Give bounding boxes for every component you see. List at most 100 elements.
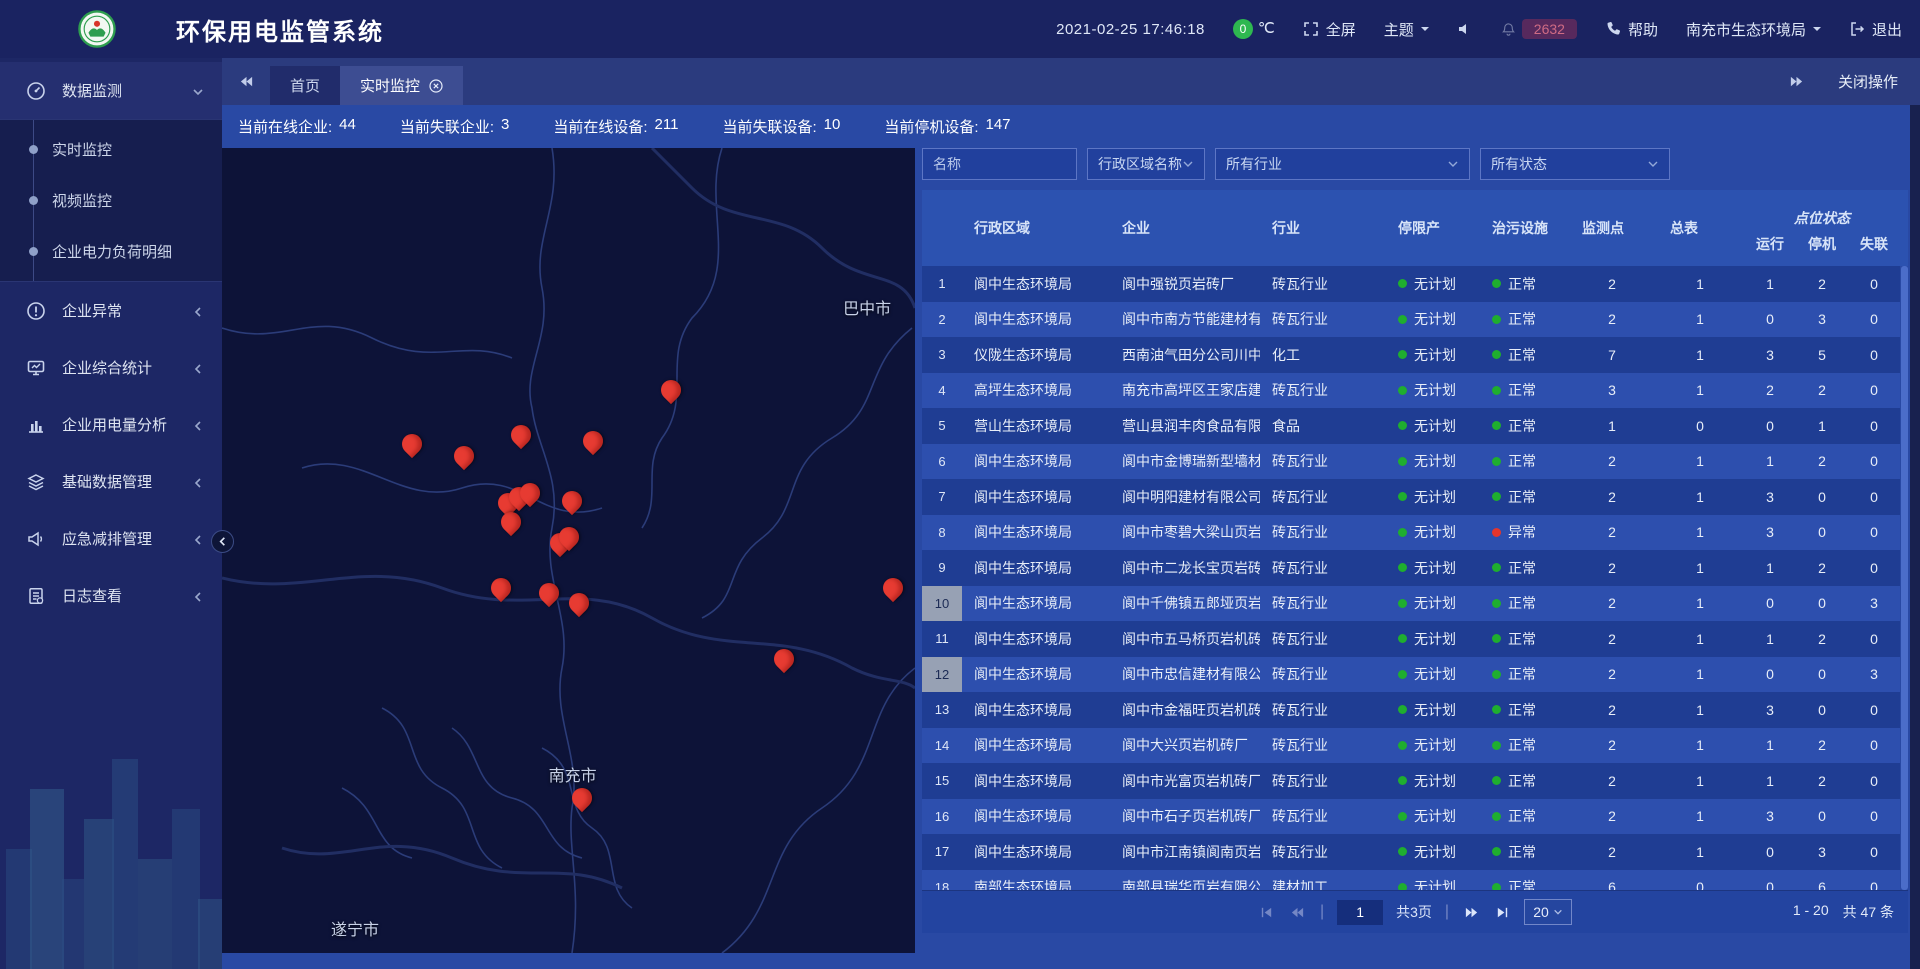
sidebar-subitem-label: 视频监控 xyxy=(52,190,112,211)
table-row[interactable]: 14 阆中生态环境局 阆中大兴页岩机砖厂 砖瓦行业 无计划 正常 2 1 1 2… xyxy=(922,728,1900,764)
table-row[interactable]: 10 阆中生态环境局 阆中千佛镇五郎垭页岩 砖瓦行业 无计划 正常 2 1 0 … xyxy=(922,586,1900,622)
status-dot xyxy=(1398,528,1407,537)
stat-item: 当前失联设备: 10 xyxy=(722,116,840,137)
table-row[interactable]: 2 阆中生态环境局 阆中市南方节能建材有 砖瓦行业 无计划 正常 2 1 0 3… xyxy=(922,302,1900,338)
col-meter: 总表 xyxy=(1656,190,1744,266)
theme-dropdown[interactable]: 主题 xyxy=(1384,19,1429,40)
logout-button[interactable]: 退出 xyxy=(1849,19,1902,40)
cell-stop: 2 xyxy=(1796,444,1848,480)
cell-stop: 3 xyxy=(1796,302,1848,338)
sidebar-item-label: 企业用电量分析 xyxy=(62,414,167,435)
window-edge-strip xyxy=(1910,105,1920,969)
status-dot xyxy=(1398,812,1407,821)
sidebar-subitem[interactable]: 企业电力负荷明细 xyxy=(0,226,222,277)
table-row[interactable]: 8 阆中生态环境局 阆中市枣碧大梁山页岩 砖瓦行业 无计划 异常 2 1 3 0… xyxy=(922,515,1900,551)
notification-area[interactable]: 2632 xyxy=(1501,19,1577,39)
close-operations-button[interactable]: 关闭操作 xyxy=(1838,71,1898,92)
cell-run: 1 xyxy=(1744,444,1796,480)
first-page-button[interactable] xyxy=(1258,903,1276,921)
table-scrollbar[interactable] xyxy=(1901,266,1908,890)
cell-lost: 3 xyxy=(1848,657,1900,693)
map-panel[interactable]: 巴中市 南充市 遂宁市 xyxy=(222,148,915,953)
cell-points: 2 xyxy=(1568,692,1656,728)
cell-lost: 0 xyxy=(1848,373,1900,409)
table-row[interactable]: 3 仪陇生态环境局 西南油气田分公司川中 化工 无计划 正常 7 1 3 5 0 xyxy=(922,337,1900,373)
cell-stop: 3 xyxy=(1796,834,1848,870)
table-row[interactable]: 16 阆中生态环境局 阆中市石子页岩机砖厂 砖瓦行业 无计划 正常 2 1 3 … xyxy=(922,799,1900,835)
cell-region: 阆中生态环境局 xyxy=(962,763,1110,799)
cell-meter: 1 xyxy=(1656,302,1744,338)
sidebar-item-0[interactable]: 数据监测 xyxy=(0,62,222,119)
cell-limit-status: 无计划 xyxy=(1384,728,1478,764)
sidebar-item-3[interactable]: 企业用电量分析 xyxy=(0,396,222,453)
row-index: 18 xyxy=(922,870,962,891)
table-row[interactable]: 12 阆中生态环境局 阆中市忠信建材有限公 砖瓦行业 无计划 正常 2 1 0 … xyxy=(922,657,1900,693)
tabs-scroll-right-button[interactable] xyxy=(1789,58,1804,105)
chevron-icon xyxy=(192,476,204,488)
sidebar-item-6[interactable]: 日志查看 xyxy=(0,567,222,624)
sound-button[interactable] xyxy=(1457,21,1473,37)
user-org-dropdown[interactable]: 南充市生态环境局 xyxy=(1686,19,1821,40)
tab-close-icon[interactable] xyxy=(429,79,443,93)
filter-select[interactable]: 所有状态 xyxy=(1480,148,1670,180)
sidebar-subitem[interactable]: 视频监控 xyxy=(0,175,222,226)
tab[interactable]: 首页 xyxy=(270,66,340,105)
page-number-input[interactable] xyxy=(1337,900,1383,925)
last-page-button[interactable] xyxy=(1493,903,1511,921)
chart-icon xyxy=(26,415,46,435)
page-size-select[interactable]: 20 xyxy=(1524,899,1572,925)
sidebar-item-5[interactable]: 应急减排管理 xyxy=(0,510,222,567)
table-row[interactable]: 6 阆中生态环境局 阆中市金博瑞新型墙材 砖瓦行业 无计划 正常 2 1 1 2… xyxy=(922,444,1900,480)
cell-limit-status: 无计划 xyxy=(1384,408,1478,444)
tab[interactable]: 实时监控 xyxy=(340,66,463,105)
table-row[interactable]: 5 营山生态环境局 营山县润丰肉食品有限 食品 无计划 正常 1 0 0 1 0 xyxy=(922,408,1900,444)
next-page-button[interactable] xyxy=(1462,903,1480,921)
row-index: 6 xyxy=(922,444,962,480)
cell-industry: 建材加工 xyxy=(1260,870,1384,891)
cell-facility-status: 正常 xyxy=(1478,266,1568,302)
cell-meter: 1 xyxy=(1656,373,1744,409)
name-search-input[interactable] xyxy=(922,148,1077,180)
status-dot xyxy=(1492,457,1501,466)
filter-select[interactable]: 所有行业 xyxy=(1215,148,1470,180)
sidebar-subitem[interactable]: 实时监控 xyxy=(0,124,222,175)
filter-select-value: 所有状态 xyxy=(1491,154,1547,174)
map-city-label: 巴中市 xyxy=(843,295,891,319)
sidebar-item-1[interactable]: 企业异常 xyxy=(0,282,222,339)
cell-company: 阆中市石子页岩机砖厂 xyxy=(1110,799,1260,835)
prev-page-button[interactable] xyxy=(1289,903,1307,921)
cell-points: 6 xyxy=(1568,870,1656,891)
table-row[interactable]: 9 阆中生态环境局 阆中市二龙长宝页岩砖 砖瓦行业 无计划 正常 2 1 1 2… xyxy=(922,550,1900,586)
table-row[interactable]: 1 阆中生态环境局 阆中强锐页岩砖厂 砖瓦行业 无计划 正常 2 1 1 2 0 xyxy=(922,266,1900,302)
fullscreen-button[interactable]: 全屏 xyxy=(1303,19,1356,40)
filter-select[interactable]: 行政区域名称 xyxy=(1087,148,1205,180)
logout-icon xyxy=(1849,21,1865,37)
sidebar-item-4[interactable]: 基础数据管理 xyxy=(0,453,222,510)
cell-region: 阆中生态环境局 xyxy=(962,586,1110,622)
table-row[interactable]: 7 阆中生态环境局 阆中明阳建材有限公司 砖瓦行业 无计划 正常 2 1 3 0… xyxy=(922,479,1900,515)
stat-value: 44 xyxy=(339,116,356,137)
tabs-scroll-left-button[interactable] xyxy=(222,58,270,105)
table-row[interactable]: 11 阆中生态环境局 阆中市五马桥页岩机砖 砖瓦行业 无计划 正常 2 1 1 … xyxy=(922,621,1900,657)
tab-bar: 首页 实时监控 关闭操作 xyxy=(222,58,1920,105)
col-region: 行政区域 xyxy=(962,190,1110,266)
top-header: 环保用电监管系统 2021-02-25 17:46:18 0 ℃ 全屏 主题 2… xyxy=(0,0,1920,58)
table-row[interactable]: 13 阆中生态环境局 阆中市金福旺页岩机砖 砖瓦行业 无计划 正常 2 1 3 … xyxy=(922,692,1900,728)
cell-industry: 砖瓦行业 xyxy=(1260,586,1384,622)
cell-region: 阆中生态环境局 xyxy=(962,302,1110,338)
table-row[interactable]: 17 阆中生态环境局 阆中市江南镇阆南页岩 砖瓦行业 无计划 正常 2 1 0 … xyxy=(922,834,1900,870)
cell-limit-status: 无计划 xyxy=(1384,692,1478,728)
cell-meter: 1 xyxy=(1656,586,1744,622)
table-row[interactable]: 4 高坪生态环境局 南充市高坪区王家店建 砖瓦行业 无计划 正常 3 1 2 2… xyxy=(922,373,1900,409)
notification-count-badge[interactable]: 2632 xyxy=(1522,19,1577,39)
cell-industry: 砖瓦行业 xyxy=(1260,550,1384,586)
table-row[interactable]: 18 南部生态环境局 南部县瑞华页岩有限公 建材加工 无计划 正常 6 0 0 … xyxy=(922,870,1900,891)
help-button[interactable]: 帮助 xyxy=(1605,19,1658,40)
sidebar-item-2[interactable]: 企业综合统计 xyxy=(0,339,222,396)
table-row[interactable]: 15 阆中生态环境局 阆中市光富页岩机砖厂 砖瓦行业 无计划 正常 2 1 1 … xyxy=(922,763,1900,799)
record-range-label: 1 - 20 xyxy=(1793,902,1829,922)
cell-stop: 2 xyxy=(1796,621,1848,657)
status-dot xyxy=(1492,705,1501,714)
status-dot xyxy=(1492,883,1501,890)
cell-lost: 0 xyxy=(1848,337,1900,373)
